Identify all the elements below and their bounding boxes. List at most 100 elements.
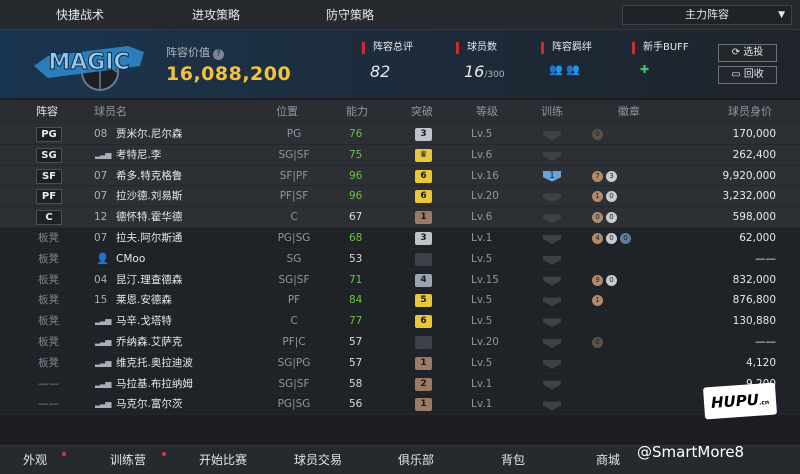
col-badges[interactable]: 徽章 bbox=[618, 100, 640, 124]
badge-icon[interactable]: 0 bbox=[592, 212, 603, 224]
nav-backpack[interactable]: 背包 bbox=[501, 446, 525, 474]
training-shield-icon[interactable] bbox=[543, 151, 561, 161]
training-shield-icon[interactable] bbox=[543, 276, 561, 286]
table-row[interactable]: 板凳 ▂▃▅ 马辛.戈塔特 C 77 6 Lv.5 130,880 bbox=[0, 311, 800, 332]
badge-icon[interactable]: 1 bbox=[592, 295, 603, 307]
player-name[interactable]: 考特尼.李 bbox=[116, 145, 161, 166]
player-level: Lv.5 bbox=[471, 128, 493, 140]
col-player-name[interactable]: 球员名 bbox=[94, 100, 127, 124]
lineup-value-label: 阵容价值? bbox=[166, 44, 224, 60]
table-row[interactable]: —— ▂▃▅ 马克尔.富尔茨 PG|SG 56 1 Lv.1 bbox=[0, 394, 800, 416]
jersey-number: 08 bbox=[94, 128, 108, 140]
training-shield-icon[interactable] bbox=[543, 297, 561, 307]
table-row[interactable]: 板凳 ▂▃▅ 乔纳森.艾萨克 PF|C 57 Lv.20 0 —— bbox=[0, 331, 800, 353]
player-ability: 57 bbox=[349, 335, 363, 348]
training-shield-icon[interactable] bbox=[543, 193, 561, 203]
table-row[interactable]: 板凳 ▂▃▅ 维克托.奥拉迪波 SG|PG 57 1 Lv.5 4,120 bbox=[0, 352, 800, 374]
table-row[interactable]: SF 07 希多.特克格鲁 SF|PF 96 6 Lv.16 1 7 3 9,920,000 bbox=[0, 165, 800, 187]
table-row[interactable]: PF 07 拉沙德.刘易斯 PF|SF 96 6 Lv.20 1 0 3,232,000 bbox=[0, 186, 800, 208]
player-name[interactable]: 马辛.戈塔特 bbox=[116, 311, 172, 332]
signal-bars-icon: ▂▃▅ bbox=[95, 378, 112, 388]
team-header: MAGIC 阵容价值? 16,088,200 阵容总评 82 球员数 16/30… bbox=[0, 30, 800, 98]
training-shield-icon[interactable] bbox=[543, 255, 561, 265]
table-row[interactable]: PG 08 贾米尔.尼尔森 PG 76 3 Lv.5 0 170,000 bbox=[0, 124, 800, 145]
table-row[interactable]: 板凳 04 昆汀.理查德森 SG|SF 71 4 Lv.15 9 0 832,000 bbox=[0, 269, 800, 291]
table-row[interactable]: SG ▂▃▅ 考特尼.李 SG|SF 75 ♛ Lv.6 262,400 bbox=[0, 144, 800, 166]
select-button[interactable]: ⟳ 选投 bbox=[718, 44, 777, 62]
watermark: @SmartMore8 bbox=[637, 443, 745, 461]
table-row[interactable]: 板凳 👤 CMoo SG 53 Lv.5 —— bbox=[0, 248, 800, 270]
nav-player-trade[interactable]: 球员交易 bbox=[294, 446, 342, 474]
badge-icon[interactable]: 4 bbox=[592, 232, 603, 244]
col-level[interactable]: 等级 bbox=[476, 100, 498, 124]
player-name[interactable]: 德怀特.霍华德 bbox=[116, 207, 182, 228]
player-name[interactable]: 乔纳森.艾萨克 bbox=[116, 332, 182, 353]
player-name[interactable]: 马拉基.布拉纳姆 bbox=[116, 374, 193, 395]
help-icon[interactable]: ? bbox=[213, 49, 224, 60]
badge-icon[interactable]: 0 bbox=[606, 191, 617, 203]
player-name[interactable]: 贾米尔.尼尔森 bbox=[116, 124, 182, 145]
player-name[interactable]: 马克尔.富尔茨 bbox=[116, 394, 182, 415]
training-shield-icon[interactable] bbox=[543, 401, 561, 411]
col-player-value[interactable]: 球员身价 bbox=[728, 100, 772, 124]
player-name[interactable]: 希多.特克格鲁 bbox=[116, 166, 182, 187]
badge-icon[interactable]: 1 bbox=[592, 191, 603, 203]
training-shield-icon[interactable] bbox=[543, 339, 561, 348]
training-shield-icon[interactable] bbox=[543, 380, 561, 390]
lineup-select[interactable]: 主力阵容 ▼ bbox=[622, 5, 792, 25]
col-breakthrough[interactable]: 突破 bbox=[411, 100, 433, 124]
nav-training-camp[interactable]: 训练营 bbox=[110, 446, 146, 474]
tab-quick-tactics[interactable]: 快捷战术 bbox=[40, 0, 120, 30]
table-row[interactable]: C 12 德怀特.霍华德 C 67 1 Lv.6 0 0 598,000 bbox=[0, 207, 800, 228]
col-lineup[interactable]: 阵容 bbox=[36, 100, 58, 124]
stat-players-value: 16/300 bbox=[456, 62, 536, 81]
badge-icon[interactable]: 0 bbox=[606, 232, 617, 244]
tab-offense-strategy[interactable]: 进攻策略 bbox=[176, 0, 256, 30]
tab-defense-strategy[interactable]: 防守策略 bbox=[310, 0, 390, 30]
nav-club[interactable]: 俱乐部 bbox=[398, 446, 434, 474]
training-shield-icon[interactable] bbox=[543, 214, 561, 224]
badge-icon[interactable]: 0 bbox=[620, 232, 631, 244]
col-position[interactable]: 位置 bbox=[276, 100, 298, 124]
player-name[interactable]: 莱恩.安德森 bbox=[116, 290, 172, 311]
player-name[interactable]: 拉沙德.刘易斯 bbox=[116, 186, 182, 207]
lineup-bench-label: 板凳 bbox=[38, 315, 59, 328]
table-row[interactable]: 板凳 15 莱恩.安德森 PF 84 5 Lv.5 1 876,800 bbox=[0, 290, 800, 312]
player-value: 9,920,000 bbox=[722, 169, 776, 182]
table-row[interactable]: 板凳 07 拉夫.阿尔斯通 PG|SG 68 3 Lv.1 4 0 0 62,000 bbox=[0, 227, 800, 249]
training-shield-icon[interactable]: 1 bbox=[543, 170, 561, 182]
table-row[interactable]: ——▂▃▅马拉基.布拉纳姆SG|SF582Lv.19,200 bbox=[0, 373, 800, 395]
player-name[interactable]: CMoo bbox=[116, 249, 145, 270]
stat-bond[interactable]: 阵容羁绊 👥 👥 bbox=[541, 42, 621, 76]
jersey-number: 15 bbox=[94, 294, 108, 307]
stat-buff[interactable]: 新手BUFF ✚ bbox=[632, 42, 712, 76]
badge-icon[interactable]: 3 bbox=[606, 170, 617, 182]
player-position: SG|SF bbox=[278, 377, 310, 390]
badge-icon[interactable]: 0 bbox=[592, 336, 603, 348]
badge-icon[interactable]: 0 bbox=[592, 129, 603, 140]
stat-overall: 阵容总评 82 bbox=[362, 42, 442, 81]
player-name[interactable]: 拉夫.阿尔斯通 bbox=[116, 228, 182, 249]
player-position: PG bbox=[286, 128, 302, 140]
training-shield-icon[interactable] bbox=[543, 318, 561, 328]
training-shield-icon[interactable] bbox=[543, 359, 561, 369]
badge-icon[interactable]: 9 bbox=[592, 274, 603, 286]
player-name[interactable]: 昆汀.理查德森 bbox=[116, 270, 182, 291]
training-shield-icon[interactable] bbox=[543, 131, 561, 140]
nav-store[interactable]: 商城 bbox=[596, 446, 620, 474]
player-value: —— bbox=[755, 252, 776, 265]
player-value: 3,232,000 bbox=[722, 190, 776, 203]
nav-start-match[interactable]: 开始比赛 bbox=[199, 446, 247, 474]
badge-icon[interactable]: 0 bbox=[606, 212, 617, 224]
training-shield-icon[interactable] bbox=[543, 235, 561, 244]
col-training[interactable]: 训练 bbox=[541, 100, 563, 124]
player-level: Lv.5 bbox=[471, 252, 493, 265]
nav-appearance[interactable]: 外观 bbox=[23, 446, 47, 474]
breakthrough-badge: ♛ bbox=[415, 148, 432, 162]
col-ability[interactable]: 能力 bbox=[346, 100, 368, 124]
badge-icon[interactable]: 0 bbox=[606, 274, 617, 286]
player-name[interactable]: 维克托.奥拉迪波 bbox=[116, 353, 193, 374]
recycle-button[interactable]: ▭ 回收 bbox=[718, 66, 777, 84]
badge-icon[interactable]: 7 bbox=[592, 170, 603, 182]
signal-bars-icon: ▂▃▅ bbox=[95, 399, 112, 409]
